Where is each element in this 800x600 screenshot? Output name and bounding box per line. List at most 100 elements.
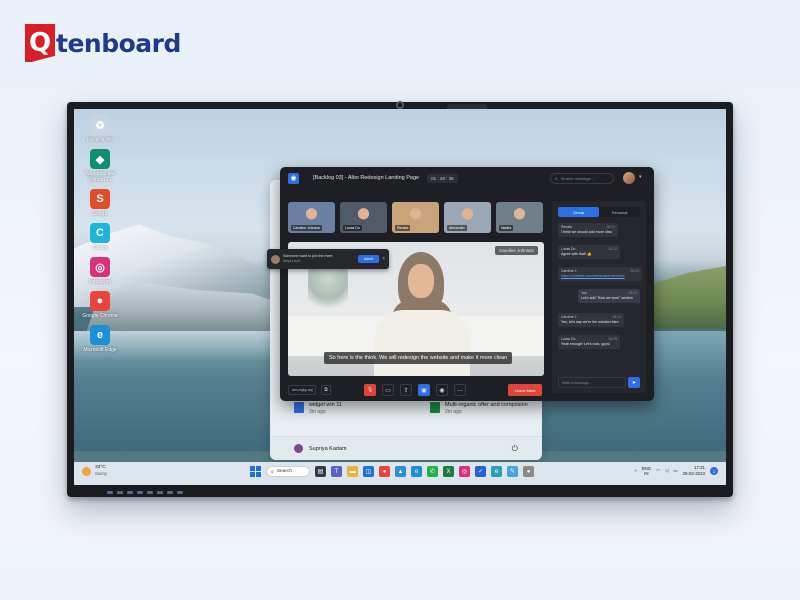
wondershare-icon: ◆ bbox=[90, 149, 110, 169]
meeting-code[interactable]: anv-eqky-naj bbox=[288, 385, 316, 395]
desktop-shortcut[interactable]: C Canva bbox=[80, 223, 120, 251]
participant-thumbnail[interactable]: Alexander bbox=[444, 202, 491, 233]
more-icon: … bbox=[457, 387, 463, 393]
user-avatar-icon[interactable] bbox=[294, 444, 303, 453]
todo-icon[interactable]: ✓ bbox=[475, 466, 486, 477]
canva-icon: C bbox=[90, 223, 110, 243]
chat-link[interactable]: https://dribbble.com/stelianlab/members bbox=[561, 274, 639, 279]
present-button[interactable]: ▣ bbox=[418, 384, 430, 396]
camera-button[interactable]: ▭ bbox=[382, 384, 394, 396]
message-search-input[interactable]: ⌕ Search message... bbox=[550, 173, 614, 184]
desktop-shortcut[interactable]: S SnagIt bbox=[80, 189, 120, 217]
participant-thumbnail[interactable]: Lucas Do bbox=[340, 202, 387, 233]
start-menu-user[interactable]: Supriya Kadam bbox=[309, 446, 512, 452]
chat-time: 06:23 bbox=[630, 269, 640, 273]
chat-message: Renata 06:21 I think we should add more id… bbox=[558, 223, 618, 237]
edge-dev-icon[interactable]: e bbox=[491, 466, 502, 477]
requester-avatar bbox=[271, 254, 280, 264]
mic-icon: 🎙 bbox=[366, 387, 374, 393]
chevron-up-icon[interactable]: ^ bbox=[635, 469, 637, 474]
more-button[interactable]: … bbox=[454, 384, 466, 396]
tab-personal[interactable]: Personal bbox=[599, 207, 640, 217]
desktop-shortcut-label: Canva bbox=[92, 245, 108, 251]
share-screen-button[interactable]: ⇧ bbox=[400, 384, 412, 396]
desktop-shortcut[interactable]: e Microsoft Edge bbox=[80, 325, 120, 353]
participant-name: Renata bbox=[395, 225, 411, 231]
desktop-shortcut[interactable]: ◆ Wondershare Filmora 11 bbox=[80, 149, 120, 183]
system-tray: ^ ENG IN ◠ ◁ ▭ 17:21 25-02-2023 1 bbox=[635, 465, 718, 477]
excel-icon[interactable]: X bbox=[443, 466, 454, 477]
copy-icon[interactable]: ⧉ bbox=[321, 385, 331, 395]
photos-icon[interactable]: ▲ bbox=[395, 466, 406, 477]
admit-button[interactable]: Admit bbox=[357, 255, 380, 263]
search-icon: ⌕ bbox=[555, 175, 558, 182]
speaker-body bbox=[374, 310, 470, 376]
desktop-shortcut-label: Wondershare Filmora 11 bbox=[85, 171, 115, 183]
chat-text: Yes, let's say we're the solution then bbox=[561, 320, 619, 324]
chat-text: Let's add "How we work" section bbox=[581, 296, 633, 300]
recommended-item[interactable]: widget win 11 3m ago bbox=[294, 402, 398, 416]
edge-icon[interactable]: e bbox=[411, 466, 422, 477]
taskbar-apps: ⌕ Search ▤ T ▬ ◫ ● ▲ e ✆ X ◎ ✓ e ✎ ● bbox=[250, 466, 534, 477]
store-icon[interactable]: ◫ bbox=[363, 466, 374, 477]
recommended-item[interactable]: Multi-organic offer and comprision 2m ag… bbox=[430, 402, 534, 416]
webcam-icon bbox=[396, 101, 404, 109]
meeting-window: ◉ [Backlog 03] - Albo Redesign Landing P… bbox=[267, 167, 654, 401]
instagram-icon[interactable]: ◎ bbox=[459, 466, 470, 477]
participant-thumbnail[interactable]: Renata bbox=[392, 202, 439, 233]
chat-time: 06:22 bbox=[608, 247, 618, 251]
recommended-time: 2m ago bbox=[445, 409, 462, 415]
board-screen: ♻ Recycle Bin ◆ Wondershare Filmora 11 S Snag… bbox=[74, 109, 726, 485]
close-icon[interactable]: × bbox=[382, 256, 385, 262]
chevron-down-icon[interactable]: ▾ bbox=[639, 174, 642, 180]
avatar-icon[interactable]: ● bbox=[523, 466, 534, 477]
participant-name: Nadira bbox=[499, 225, 514, 231]
leave-meet-button[interactable]: Leave Meet bbox=[508, 384, 542, 396]
chat-text: Agree with that! 👍 bbox=[561, 252, 592, 256]
windows-start-icon[interactable] bbox=[250, 466, 261, 477]
file-explorer-icon[interactable]: ▬ bbox=[347, 466, 358, 477]
desktop-shortcut[interactable]: ◎ Instagram bbox=[80, 257, 120, 285]
brand-mark: Q bbox=[25, 24, 55, 62]
send-button[interactable]: ➤ bbox=[628, 377, 640, 388]
power-icon[interactable]: ⏻ bbox=[512, 444, 518, 454]
sun-icon bbox=[82, 466, 91, 476]
mic-button[interactable]: 🎙 bbox=[364, 384, 376, 396]
wifi-icon[interactable]: ◠ bbox=[656, 468, 660, 474]
record-button[interactable]: ◉ bbox=[436, 384, 448, 396]
taskbar-search[interactable]: ⌕ Search bbox=[266, 466, 310, 477]
battery-icon[interactable]: ▭ bbox=[673, 468, 677, 474]
participant-thumbnail[interactable]: Nadira bbox=[496, 202, 543, 233]
language-indicator[interactable]: ENG IN bbox=[642, 466, 652, 476]
meeting-app-icon: ◉ bbox=[288, 172, 299, 184]
join-request-who: Anya Leclr bbox=[283, 259, 300, 263]
desktop-shortcut[interactable]: ● Google Chrome bbox=[80, 291, 120, 319]
volume-icon[interactable]: ◁ bbox=[665, 468, 668, 474]
chat-message: You 06:23 Let's add "How we work" section bbox=[578, 289, 640, 303]
chrome-icon[interactable]: ● bbox=[379, 466, 390, 477]
camera-icon: ▭ bbox=[385, 387, 391, 394]
task-view-icon[interactable]: ▤ bbox=[315, 466, 326, 477]
clock[interactable]: 17:21 25-02-2023 bbox=[683, 465, 705, 477]
user-avatar[interactable] bbox=[623, 172, 635, 184]
whatsapp-icon[interactable]: ✆ bbox=[427, 466, 438, 477]
desktop-shortcut-label: Instagram bbox=[88, 279, 112, 285]
meeting-title: [Backlog 03] - Albo Redesign Landing Pag… bbox=[313, 175, 420, 181]
send-icon: ➤ bbox=[631, 379, 637, 386]
teams-icon[interactable]: T bbox=[331, 466, 342, 477]
desktop-shortcut[interactable]: ♻ Recycle Bin bbox=[80, 115, 120, 143]
taskbar: 33°C Sunny ⌕ Search ▤ T ▬ ◫ ● ▲ e ✆ X ◎ ✓ e ✎ ● ^ ENG… bbox=[74, 462, 726, 485]
instagram-icon: ◎ bbox=[90, 257, 110, 277]
weather-widget[interactable]: 33°C Sunny bbox=[82, 465, 107, 477]
participant-name: Alexander bbox=[447, 225, 467, 231]
participant-name: Caroline Johnson bbox=[291, 225, 323, 231]
chat-message-input[interactable]: Write a message... bbox=[558, 377, 626, 388]
desktop-shortcut-label: SnagIt bbox=[92, 211, 108, 217]
participant-thumbnail[interactable]: Caroline Johnson bbox=[288, 202, 335, 233]
desktop-shortcut-label: Google Chrome bbox=[82, 313, 118, 319]
notification-badge[interactable]: 1 bbox=[710, 467, 718, 475]
paint-icon[interactable]: ✎ bbox=[507, 466, 518, 477]
clock-date: 25-02-2023 bbox=[682, 471, 705, 476]
tab-group[interactable]: Group bbox=[558, 207, 599, 217]
present-icon: ▣ bbox=[421, 387, 427, 394]
